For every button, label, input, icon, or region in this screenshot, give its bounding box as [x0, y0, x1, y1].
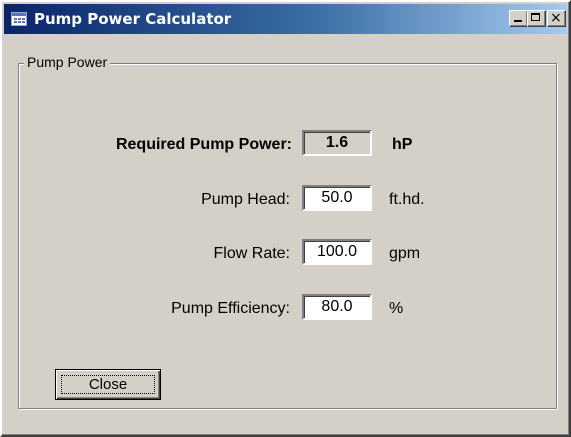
required-pump-power-unit: hP	[392, 136, 413, 153]
close-button[interactable]: Close	[55, 369, 161, 400]
close-icon: ×	[550, 10, 562, 26]
pump-head-label: Pump Head:	[201, 191, 290, 208]
maximize-button[interactable]	[527, 10, 546, 27]
required-pump-power-value: 1.6	[302, 130, 372, 156]
close-button-label: Close	[88, 376, 128, 393]
calculator-app-icon[interactable]	[11, 12, 27, 26]
title-bar[interactable]: Pump Power Calculator ×	[4, 4, 567, 34]
flow-rate-field[interactable]: 100.0	[302, 239, 372, 265]
required-pump-power-label: Required Pump Power:	[115, 136, 292, 153]
maximize-icon	[531, 13, 540, 21]
flow-rate-unit: gpm	[389, 245, 421, 262]
minimize-icon	[514, 20, 522, 22]
app-window: Pump Power Calculator × Pump Power Requi…	[0, 0, 571, 437]
pump-efficiency-field[interactable]: 80.0	[302, 294, 372, 320]
pump-head-field[interactable]: 50.0	[302, 185, 372, 211]
minimize-button[interactable]	[509, 10, 528, 27]
pump-power-groupbox	[18, 63, 557, 409]
flow-rate-label: Flow Rate:	[213, 245, 290, 262]
groupbox-label: Pump Power	[24, 54, 111, 70]
close-window-button[interactable]: ×	[547, 10, 566, 27]
pump-efficiency-unit: %	[389, 300, 404, 317]
pump-head-unit: ft.hd.	[389, 191, 425, 208]
window-title: Pump Power Calculator	[34, 10, 232, 28]
pump-efficiency-label: Pump Efficiency:	[171, 300, 290, 317]
